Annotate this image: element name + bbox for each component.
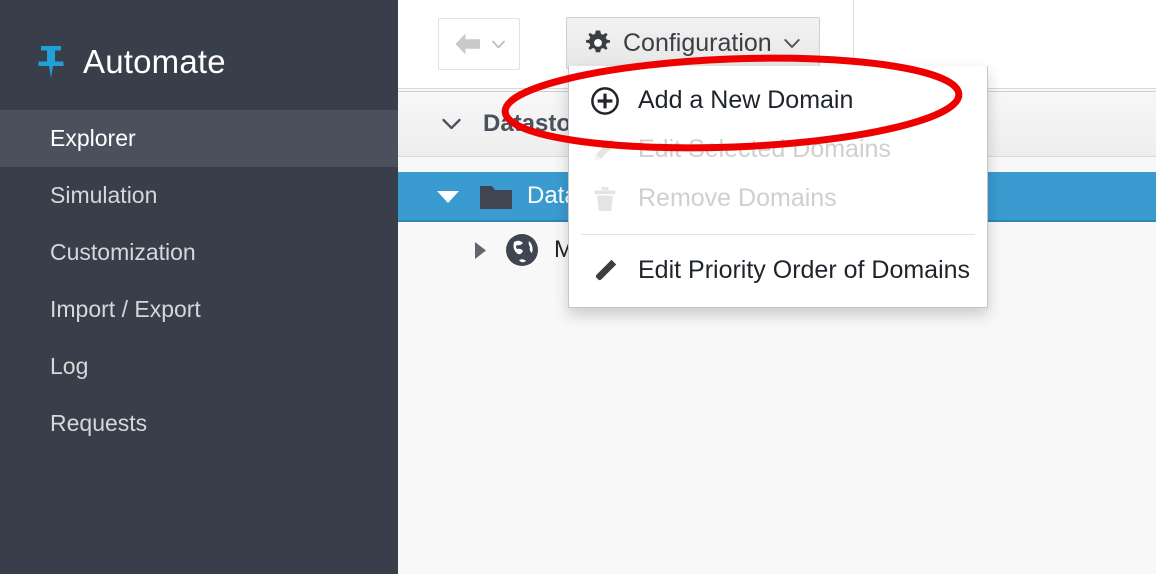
sidebar-item-log[interactable]: Log xyxy=(0,338,398,395)
pushpin-icon xyxy=(36,45,66,79)
menu-item-label: Edit Selected Domains xyxy=(638,135,891,163)
arrow-left-icon xyxy=(453,31,483,57)
sidebar-item-simulation[interactable]: Simulation xyxy=(0,167,398,224)
automate-explorer-screen: Automate Explorer Simulation Customizati… xyxy=(0,0,1156,574)
pencil-icon xyxy=(590,256,620,286)
triangle-right-icon[interactable] xyxy=(474,241,487,260)
brand: Automate xyxy=(0,28,398,96)
pencil-icon xyxy=(590,135,620,165)
menu-item-label: Remove Domains xyxy=(638,184,837,212)
menu-item-add-a-new-domain[interactable]: Add a New Domain xyxy=(569,76,987,125)
globe-icon xyxy=(487,233,539,267)
sidebar-item-label: Customization xyxy=(50,239,196,265)
chevron-down-icon xyxy=(772,38,800,49)
menu-item-remove-domains: Remove Domains xyxy=(569,174,987,223)
sidebar-item-label: Explorer xyxy=(50,125,136,151)
menu-divider xyxy=(581,234,975,235)
plus-circle-icon xyxy=(590,86,620,116)
sidebar-item-label: Log xyxy=(50,353,89,379)
configuration-button-label: Configuration xyxy=(623,28,772,57)
chevron-down-icon xyxy=(442,118,461,130)
back-button[interactable] xyxy=(438,18,520,70)
menu-item-edit-priority-order-of-domains[interactable]: Edit Priority Order of Domains xyxy=(569,246,987,295)
folder-icon xyxy=(460,183,512,209)
sidebar-item-import-export[interactable]: Import / Export xyxy=(0,281,398,338)
trash-icon xyxy=(590,184,620,214)
menu-item-label: Add a New Domain xyxy=(638,86,854,114)
sidebar-nav: Explorer Simulation Customization Import… xyxy=(0,110,398,452)
brand-label: Automate xyxy=(83,43,226,80)
gear-icon xyxy=(585,30,611,56)
sidebar-item-customization[interactable]: Customization xyxy=(0,224,398,281)
sidebar: Automate Explorer Simulation Customizati… xyxy=(0,0,398,574)
sidebar-item-explorer[interactable]: Explorer xyxy=(0,110,398,167)
sidebar-item-label: Import / Export xyxy=(50,296,201,322)
configuration-button[interactable]: Configuration xyxy=(566,17,820,69)
sidebar-item-label: Simulation xyxy=(50,182,158,208)
menu-item-label: Edit Priority Order of Domains xyxy=(638,256,971,284)
menu-item-edit-selected-domains: Edit Selected Domains xyxy=(569,125,987,174)
chevron-down-icon xyxy=(483,40,505,49)
triangle-down-icon[interactable] xyxy=(436,189,460,204)
configuration-dropdown-menu: Add a New Domain Edit Selected Domains R… xyxy=(568,66,988,308)
sidebar-item-requests[interactable]: Requests xyxy=(0,395,398,452)
sidebar-item-label: Requests xyxy=(50,410,148,436)
